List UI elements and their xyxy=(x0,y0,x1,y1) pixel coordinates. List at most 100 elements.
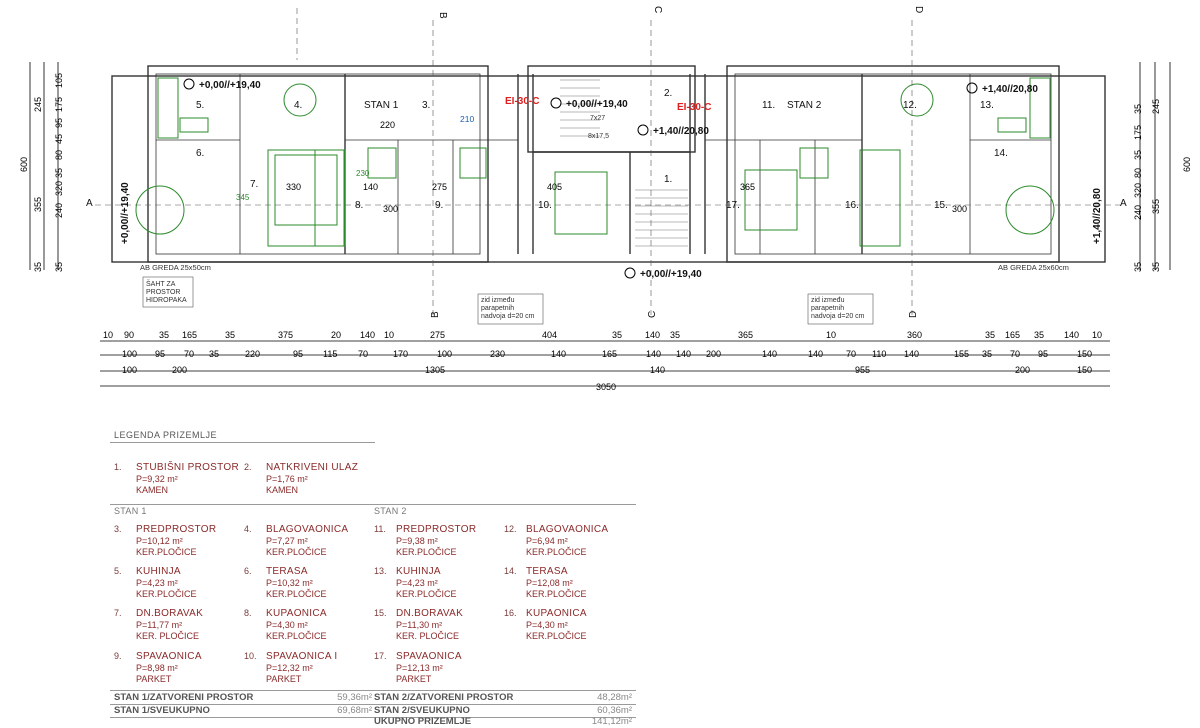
dim-text: 150 xyxy=(1077,349,1092,359)
entry-material: PARKET xyxy=(266,674,302,684)
elevation-label: +1,40//20,80 xyxy=(653,126,709,137)
dim-text: 140 xyxy=(645,330,660,340)
inner-dim: 140 xyxy=(363,182,378,192)
entry-material: KER.PLOČICE xyxy=(396,547,457,557)
room-number: 14. xyxy=(994,148,1008,159)
entry-area: P=1,76 m² xyxy=(266,474,308,484)
wall-note: zid između xyxy=(811,297,845,304)
dim-text: 240 xyxy=(54,203,64,218)
section-mark-c-top: C xyxy=(652,6,663,13)
room-number: 8. xyxy=(355,200,363,211)
dim-text: 35 xyxy=(159,330,169,340)
summary-label: UKUPNO PRIZEMLJE xyxy=(374,716,471,727)
dim-text: 170 xyxy=(393,349,408,359)
inner-dim: 345 xyxy=(236,193,250,202)
legend: LEGENDA PRIZEMLJE 1. STUBIŠNI PROSTOR P=… xyxy=(110,428,640,728)
dim-text: 35 xyxy=(54,262,64,272)
dim-text: 275 xyxy=(430,330,445,340)
section-axes xyxy=(95,8,1125,315)
entry-name: STUBIŠNI PROSTOR xyxy=(136,462,239,473)
building-outline xyxy=(111,65,1106,263)
dim-text: 95 xyxy=(1038,349,1048,359)
shaft-note: ŠAHT ZA xyxy=(146,279,176,288)
entry-name: DN.BORAVAK xyxy=(396,608,464,619)
floor-plan-drawing: 10 90 35 165 35 375 20 140 10 275 404 35… xyxy=(19,6,1192,392)
entry-area: P=11,77 m² xyxy=(136,620,183,630)
stan2-section-label: STAN 2 xyxy=(374,506,407,516)
entry-name: TERASA xyxy=(266,566,308,577)
entry-number: 12. xyxy=(504,524,517,534)
dim-text: 165 xyxy=(602,349,617,359)
room-number: 5. xyxy=(196,100,204,111)
inner-dim: 300 xyxy=(952,204,967,214)
entry-material: KER.PLOČICE xyxy=(396,589,457,599)
dim-text: 10 xyxy=(384,330,394,340)
divider xyxy=(110,504,636,505)
dim-text: 110 xyxy=(872,349,886,359)
entry-material: PARKET xyxy=(136,674,172,684)
room-number: 4. xyxy=(294,100,302,111)
dim-text: 955 xyxy=(855,365,870,375)
section-markers: A A B B C C D D xyxy=(86,6,1127,318)
dim-text: 175 xyxy=(1133,125,1143,140)
dim-text: 140 xyxy=(904,349,919,359)
dim-text: 35 xyxy=(612,330,622,340)
inner-dim: 275 xyxy=(432,182,447,192)
entry-material: KER.PLOČICE xyxy=(526,631,587,641)
entry-name: PREDPROSTOR xyxy=(136,524,217,535)
entry-area: P=12,08 m² xyxy=(526,578,573,588)
inner-dim: 365 xyxy=(740,182,755,192)
dim-text: 365 xyxy=(738,330,753,340)
room-number: 9. xyxy=(435,200,443,211)
wall-note: nadvoja d=20 cm xyxy=(481,313,535,320)
s1-total-label: STAN 1/SVEUKUPNO xyxy=(114,705,210,716)
entry-material: KER.PLOČICE xyxy=(136,547,197,557)
dim-text: 240 xyxy=(1133,205,1143,220)
entry-area: P=7,27 m² xyxy=(266,536,308,546)
entry-name: TERASA xyxy=(526,566,568,577)
dim-text: 35 xyxy=(1133,262,1143,272)
plan-notes: AB GREDA 25x50cm AB GREDA 25x60cm ŠAHT Z… xyxy=(140,115,1069,325)
entry-area: P=4,23 m² xyxy=(136,578,178,588)
room-number: 7. xyxy=(250,179,258,190)
entry-number: 4. xyxy=(244,524,252,534)
entry-name: BLAGOVAONICA xyxy=(266,524,349,535)
dim-text: 70 xyxy=(846,349,856,359)
entry-name: SPAVAONICA xyxy=(396,651,462,662)
divider xyxy=(110,690,636,691)
dim-text: 95 xyxy=(155,349,165,359)
entry-name: KUHINJA xyxy=(136,566,181,577)
entry-number: 13. xyxy=(374,566,387,576)
wall-note: parapetnih xyxy=(811,305,844,312)
elevation-label: +0,00//+19,40 xyxy=(199,80,261,91)
dim-text: 600 xyxy=(1182,157,1192,172)
entry-number: 16. xyxy=(504,608,517,618)
entry-material: KAMEN xyxy=(136,485,169,495)
dim-text: 375 xyxy=(278,330,293,340)
dim-text: 140 xyxy=(676,349,691,359)
fire-rating-label: EI-30-C xyxy=(677,102,711,113)
entry-number: 2. xyxy=(244,462,252,472)
dim-text: 35 xyxy=(209,349,219,359)
entry-material: PARKET xyxy=(396,674,432,684)
unit-label: STAN 1 xyxy=(364,100,399,111)
room-number: 3. xyxy=(422,100,430,111)
dim-text: 165 xyxy=(1005,330,1020,340)
entry-name: BLAGOVAONICA xyxy=(526,524,609,535)
dim-text: 105 xyxy=(54,73,64,88)
room-number: 13. xyxy=(980,100,994,111)
dim-text: 70 xyxy=(1010,349,1020,359)
entry-number: 6. xyxy=(244,566,252,576)
summary-value: 60,36m² xyxy=(597,705,632,716)
summary-value: 141,12m² xyxy=(591,716,632,727)
room-number: 6. xyxy=(196,148,204,159)
beam-label: AB GREDA 25x50cm xyxy=(140,263,211,272)
dim-text: 35 xyxy=(1034,330,1044,340)
entry-number: 8. xyxy=(244,608,252,618)
summary-label: STAN 1/SVEUKUPNO xyxy=(114,705,210,716)
inner-dim: 230 xyxy=(356,169,370,178)
entry-number: 7. xyxy=(114,608,122,618)
dim-text: 70 xyxy=(184,349,194,359)
entry-material: KAMEN xyxy=(266,485,299,495)
inner-dim: 300 xyxy=(383,204,398,214)
